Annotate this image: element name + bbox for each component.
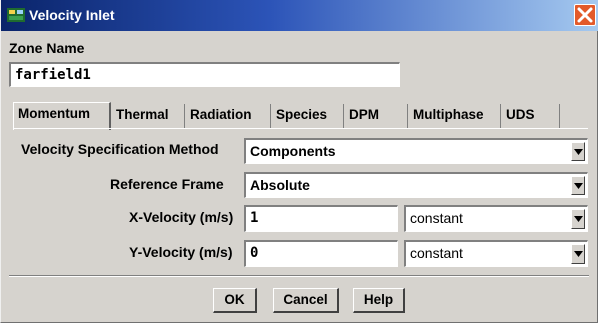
cancel-button[interactable]: Cancel <box>273 288 339 313</box>
x-velocity-profile-value: constant <box>410 210 463 226</box>
chevron-down-icon[interactable] <box>571 142 585 161</box>
close-button[interactable] <box>574 4 596 26</box>
x-velocity-profile-select[interactable]: constant <box>404 205 588 232</box>
reference-frame-value: Absolute <box>250 177 310 193</box>
tab-thermal[interactable]: Thermal <box>112 104 185 128</box>
y-velocity-value: 0 <box>250 245 259 261</box>
zone-name-label: Zone Name <box>9 40 85 56</box>
tab-species[interactable]: Species <box>272 104 344 128</box>
y-velocity-label: Y-Velocity (m/s) <box>129 244 233 260</box>
y-velocity-profile-select[interactable]: constant <box>404 240 588 267</box>
tab-multiphase[interactable]: Multiphase <box>409 104 501 128</box>
tab-radiation[interactable]: Radiation <box>186 104 271 128</box>
tab-uds[interactable]: UDS <box>502 104 560 128</box>
tab-uds-label: UDS <box>506 107 535 122</box>
chevron-down-icon[interactable] <box>571 244 585 264</box>
fluent-panel-icon <box>7 8 25 22</box>
tab-species-label: Species <box>276 107 328 122</box>
chevron-down-icon[interactable] <box>571 209 585 229</box>
tab-momentum-label: Momentum <box>18 106 90 121</box>
close-icon <box>577 7 593 23</box>
tab-thermal-label: Thermal <box>116 107 169 122</box>
title-bar[interactable]: Velocity Inlet <box>1 0 598 31</box>
tab-radiation-label: Radiation <box>190 107 252 122</box>
x-velocity-label: X-Velocity (m/s) <box>129 209 234 225</box>
window-title: Velocity Inlet <box>29 7 115 23</box>
tab-bar: Momentum Thermal Radiation Species DPM M… <box>13 102 563 130</box>
reference-frame-select[interactable]: Absolute <box>244 172 588 198</box>
x-velocity-value: 1 <box>250 210 259 226</box>
button-divider <box>9 275 589 277</box>
velocity-inlet-dialog: Velocity Inlet Zone Name farfield1 Momen… <box>0 0 598 323</box>
zone-name-input[interactable]: farfield1 <box>9 62 400 87</box>
x-velocity-input[interactable]: 1 <box>244 205 398 232</box>
tab-multiphase-label: Multiphase <box>413 107 484 122</box>
chevron-down-icon[interactable] <box>571 176 585 195</box>
tab-dpm-label: DPM <box>349 107 379 122</box>
ok-button[interactable]: OK <box>213 288 257 313</box>
tab-momentum[interactable]: Momentum <box>13 102 111 130</box>
y-velocity-input[interactable]: 0 <box>244 240 398 267</box>
tab-dpm[interactable]: DPM <box>345 104 408 128</box>
velocity-spec-method-value: Components <box>250 143 336 159</box>
reference-frame-label: Reference Frame <box>110 176 224 192</box>
tab-panel-border <box>13 128 588 129</box>
help-button[interactable]: Help <box>353 288 405 313</box>
velocity-spec-method-label: Velocity Specification Method <box>21 141 219 157</box>
velocity-spec-method-select[interactable]: Components <box>244 138 588 164</box>
zone-name-value: farfield1 <box>15 67 91 83</box>
y-velocity-profile-value: constant <box>410 245 463 261</box>
